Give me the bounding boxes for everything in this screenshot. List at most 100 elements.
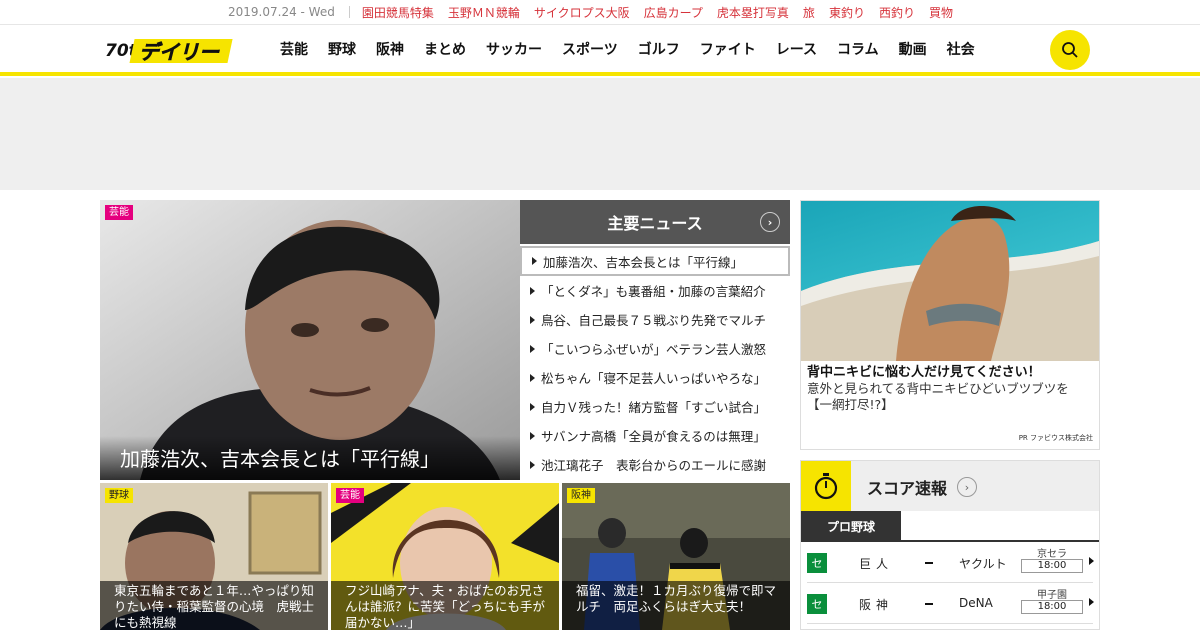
pr-ad-title[interactable]: 背中ニキビに悩む人だけ見てください！ [801, 361, 1099, 381]
svg-text:デイリー: デイリー [139, 40, 220, 64]
chevron-right-icon[interactable]: › [957, 477, 977, 497]
pr-ad[interactable]: 背中ニキビに悩む人だけ見てください！ 意外と見られてる背中ニキビひどいブツブツを… [800, 200, 1100, 450]
start-time: 18:00 [1021, 600, 1083, 614]
main-nav: 芸能 野球 阪神 まとめ サッカー スポーツ ゴルフ ファイト レース コラム … [280, 25, 995, 73]
league-badge: セ [807, 594, 827, 614]
thumb-article-3[interactable]: 阪神 福留、激走！１カ月ぶり復帰で即マルチ 両足ふくらはぎ大丈夫！ [562, 483, 790, 630]
triangle-right-icon [532, 257, 537, 265]
top-link-shopping[interactable]: 買物 [929, 4, 953, 21]
triangle-right-icon[interactable] [1089, 598, 1094, 606]
site-header: 70th デイリー 芸能 野球 阪神 まとめ サッカー スポーツ ゴルフ ファイ… [0, 24, 1200, 76]
main-news-header[interactable]: 主要ニュース › [520, 200, 790, 244]
venue: 甲子園 [1037, 590, 1067, 601]
news-item[interactable]: 「こいつらふぜいが」ベテラン芸人激怒 [520, 334, 790, 363]
score-widget: スコア速報 › プロ野球 セ 巨人 ヤクルト 京セラ 18:00 セ 阪神 De… [800, 460, 1100, 630]
away-team: DeNA [959, 596, 993, 610]
nav-soccer[interactable]: サッカー [486, 39, 542, 59]
home-team: 阪神 [859, 598, 894, 612]
top-link-sonoda[interactable]: 園田競馬特集 [362, 4, 434, 21]
main-news-list: 加藤浩次、吉本会長とは「平行線」 「とくダネ」も裏番組・加藤の言葉紹介 鳥谷、自… [520, 246, 790, 479]
top-link-east-fishing[interactable]: 東釣り [829, 4, 865, 21]
news-item-label: 鳥谷、自己最長７５戦ぶり先発でマルチ [541, 313, 767, 328]
pr-sponsor: PR ファビウス株式会社 [1018, 434, 1093, 442]
triangle-right-icon [530, 373, 535, 382]
top-link-cyclops[interactable]: サイクロプス大阪 [534, 4, 630, 21]
news-item[interactable]: 自力Ｖ残った！緒方監督「すごい試合」 [520, 392, 790, 421]
search-button[interactable] [1050, 30, 1090, 70]
pr-ad-description[interactable]: 意外と見られてる背中ニキビひどいブツブツを【一網打尽!?】 [801, 381, 1099, 413]
thumb-caption[interactable]: 東京五輪まであと１年…やっぱり知りたい侍・稲葉監督の心境 虎戦士にも熱視線 [100, 581, 328, 630]
category-tag[interactable]: 芸能 [336, 488, 364, 503]
top-link-carp[interactable]: 広島カープ [644, 4, 703, 21]
league-badge: セ [807, 553, 827, 573]
nav-golf[interactable]: ゴルフ [638, 39, 680, 59]
triangle-right-icon [530, 460, 535, 469]
thumb-article-1[interactable]: 野球 東京五輪まであと１年…やっぱり知りたい侍・稲葉監督の心境 虎戦士にも熱視線 [100, 483, 328, 630]
home-team: 巨人 [859, 557, 894, 571]
nav-race[interactable]: レース [776, 39, 817, 59]
chevron-right-icon[interactable]: › [760, 212, 780, 232]
top-link-tamano[interactable]: 玉野ＭＮ競輪 [448, 4, 520, 21]
triangle-right-icon[interactable] [1089, 557, 1094, 565]
main-news-panel: 主要ニュース › 加藤浩次、吉本会長とは「平行線」 「とくダネ」も裏番組・加藤の… [520, 200, 790, 480]
site-logo[interactable]: 70th デイリー [105, 37, 235, 65]
news-item[interactable]: 加藤浩次、吉本会長とは「平行線」 [520, 246, 790, 276]
venue: 京セラ [1037, 549, 1067, 560]
top-link-tigers-homerun[interactable]: 虎本塁打写真 [717, 4, 789, 21]
thumb-caption[interactable]: 福留、激走！１カ月ぶり復帰で即マルチ 両足ふくらはぎ大丈夫！ [562, 581, 790, 630]
nav-matome[interactable]: まとめ [424, 39, 466, 59]
search-icon [1062, 42, 1078, 58]
news-item[interactable]: 「とくダネ」も裏番組・加藤の言葉紹介 [520, 276, 790, 305]
stopwatch-icon [801, 461, 851, 511]
news-item-label: 「こいつらふぜいが」ベテラン芸人激怒 [541, 342, 767, 357]
nav-society[interactable]: 社会 [947, 39, 975, 59]
category-tag[interactable]: 野球 [105, 488, 133, 503]
score-header: スコア速報 › [801, 461, 1099, 511]
hero-title[interactable]: 加藤浩次、吉本会長とは「平行線」 [120, 443, 440, 472]
tab-pro-baseball[interactable]: プロ野球 [801, 511, 901, 541]
ad-banner-area [0, 78, 1200, 190]
news-item-label: 松ちゃん「寝不足芸人いっぱいやろな」 [541, 371, 767, 386]
news-item[interactable]: サバンナ高橋「全員が食えるのは無理」 [520, 421, 790, 450]
top-link-travel[interactable]: 旅 [803, 4, 815, 21]
news-item-label: 自力Ｖ残った！緒方監督「すごい試合」 [541, 400, 767, 415]
news-item[interactable]: 鳥谷、自己最長７５戦ぶり先発でマルチ [520, 305, 790, 334]
nav-video[interactable]: 動画 [899, 39, 927, 59]
nav-sports[interactable]: スポーツ [562, 39, 618, 59]
score-dash [925, 603, 933, 605]
main-news-title: 主要ニュース [607, 214, 703, 233]
score-dash [925, 562, 933, 564]
triangle-right-icon [530, 315, 535, 324]
triangle-right-icon [530, 402, 535, 411]
triangle-right-icon [530, 431, 535, 440]
news-item-label: 池江璃花子 表彰台からのエールに感謝 [541, 458, 767, 473]
news-item[interactable]: 松ちゃん「寝不足芸人いっぱいやろな」 [520, 363, 790, 392]
daily-logo-icon: 70th デイリー [105, 39, 233, 64]
nav-fight[interactable]: ファイト [700, 39, 756, 59]
divider [348, 6, 350, 18]
news-item[interactable]: 池江璃花子 表彰台からのエールに感謝 [520, 450, 790, 479]
triangle-right-icon [530, 286, 535, 295]
pr-ad-image [801, 201, 1099, 361]
top-link-west-fishing[interactable]: 西釣り [879, 4, 915, 21]
nav-baseball[interactable]: 野球 [328, 39, 356, 59]
news-item-label: サバンナ高橋「全員が食えるのは無理」 [541, 429, 766, 444]
hero-article[interactable]: 芸能 加藤浩次、吉本会長とは「平行線」 [100, 200, 520, 480]
tab-underline [801, 540, 1099, 542]
category-tag[interactable]: 阪神 [567, 488, 595, 503]
game-row[interactable]: セ 巨人 ヤクルト 京セラ 18:00 [807, 543, 1094, 583]
away-team: ヤクルト [959, 557, 1007, 571]
nav-column[interactable]: コラム [837, 39, 879, 59]
start-time: 18:00 [1021, 559, 1083, 573]
nav-entertainment[interactable]: 芸能 [280, 39, 308, 59]
news-item-label: 「とくダネ」も裏番組・加藤の言葉紹介 [541, 284, 766, 299]
thumb-article-2[interactable]: 芸能 フジ山崎アナ、夫・おばたのお兄さんは誰派？に苦笑「どっちにも手が届かない…… [331, 483, 559, 630]
score-title[interactable]: スコア速報 [867, 475, 947, 499]
game-row[interactable]: セ 阪神 DeNA 甲子園 18:00 [807, 584, 1094, 624]
triangle-right-icon [530, 344, 535, 353]
category-tag[interactable]: 芸能 [105, 205, 133, 220]
nav-hanshin[interactable]: 阪神 [376, 39, 404, 59]
thumb-caption[interactable]: フジ山崎アナ、夫・おばたのお兄さんは誰派？に苦笑「どっちにも手が届かない…」 [331, 581, 559, 630]
top-bar: 2019.07.24 - Wed 園田競馬特集 玉野ＭＮ競輪 サイクロプス大阪 … [0, 0, 1200, 24]
current-date: 2019.07.24 - Wed [228, 5, 335, 19]
